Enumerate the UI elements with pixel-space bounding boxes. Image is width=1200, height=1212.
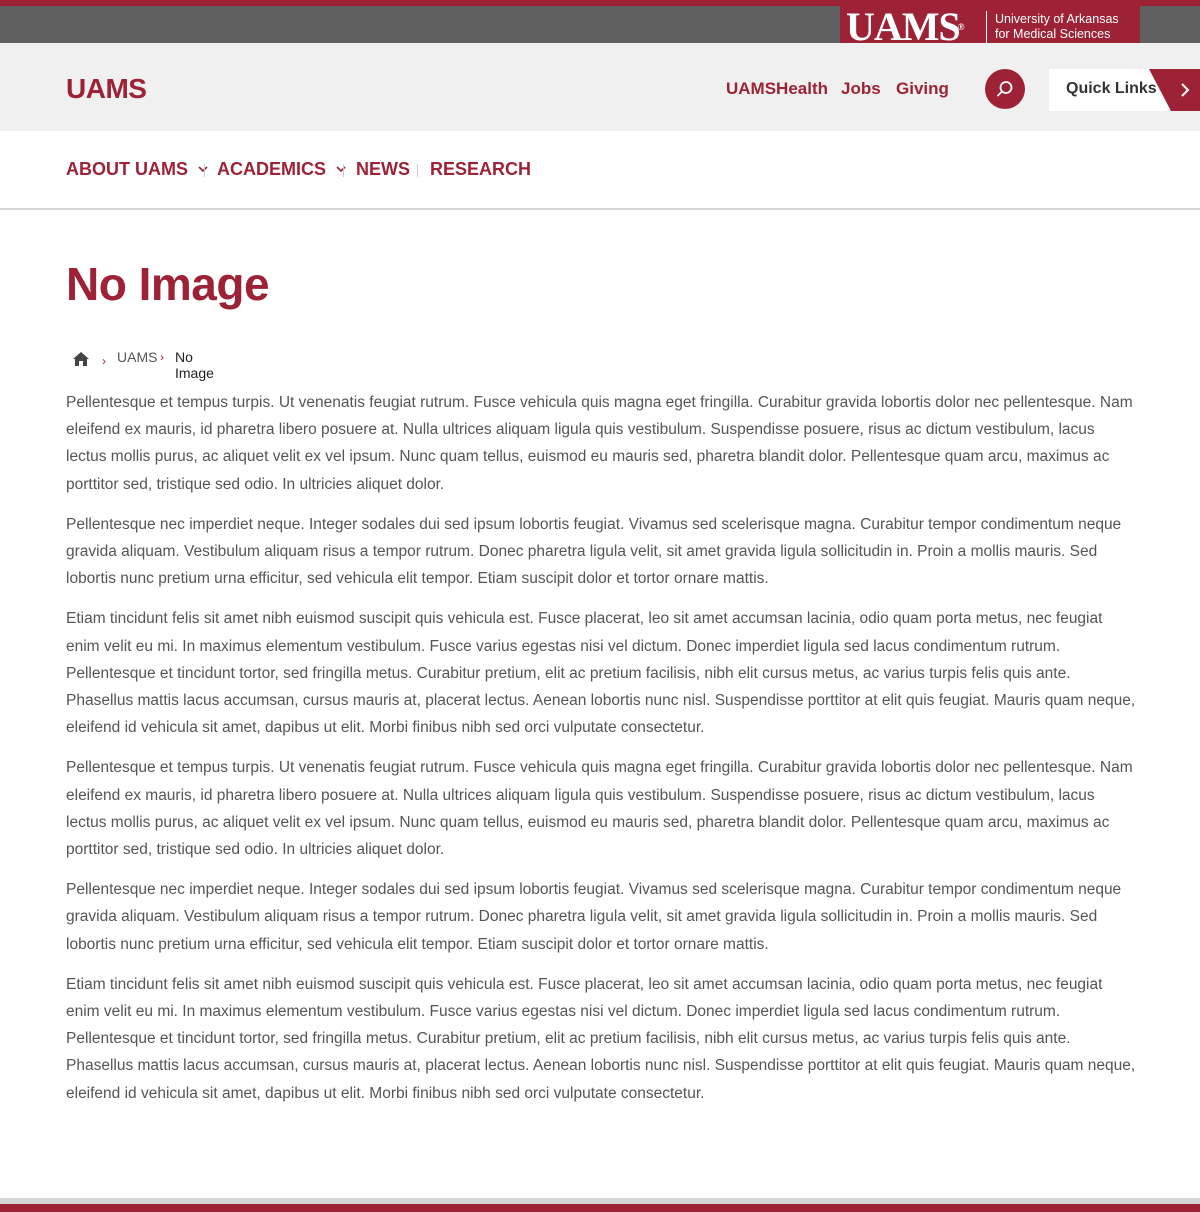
nav-separator <box>417 164 418 177</box>
nav-item-academics[interactable]: ACADEMICS <box>217 159 346 180</box>
page-title: No Image <box>66 258 270 310</box>
breadcrumb-current: No Image <box>175 349 214 381</box>
content-paragraph: Etiam tincidunt felis sit amet nibh euis… <box>66 610 1136 737</box>
brand-full-name: University of Arkansas for Medical Scien… <box>995 12 1119 42</box>
header-link-giving[interactable]: Giving <box>896 79 949 99</box>
site-header: UAMS UAMSHealth Jobs Giving Quick Links <box>0 43 1200 131</box>
header-link-jobs[interactable]: Jobs <box>841 79 881 99</box>
nav-item-label: NEWS <box>356 159 410 179</box>
breadcrumb-separator: › <box>102 354 106 368</box>
content-paragraph: Etiam tincidunt felis sit amet nibh euis… <box>66 975 1136 1102</box>
quick-links-label: Quick Links <box>1066 80 1157 97</box>
uams-brand-logo[interactable]: UAMS® University of Arkansas for Medical… <box>840 6 1140 48</box>
nav-separator <box>343 164 344 177</box>
quick-links-button[interactable]: Quick Links <box>1049 69 1200 111</box>
nav-item-news[interactable]: NEWS <box>356 159 410 180</box>
nav-item-research[interactable]: RESEARCH <box>430 159 531 180</box>
main-navigation: ABOUT UAMS ACADEMICS NEWS RESEARCH <box>0 131 1200 210</box>
search-button[interactable] <box>985 69 1025 109</box>
content-paragraph: Pellentesque et tempus turpis. Ut venena… <box>66 759 1133 859</box>
nav-item-label: ACADEMICS <box>217 159 327 179</box>
main-content: Pellentesque et tempus turpis. Ut venena… <box>66 389 1138 1120</box>
nav-item-about-uams[interactable]: ABOUT UAMS <box>66 159 208 180</box>
search-icon <box>995 79 1015 99</box>
chevron-down-icon[interactable] <box>336 166 346 173</box>
nav-item-label: RESEARCH <box>430 159 532 179</box>
chevron-right-icon <box>1180 83 1190 97</box>
breadcrumb-separator: › <box>160 350 164 364</box>
nav-item-label: ABOUT UAMS <box>66 159 188 179</box>
chevron-down-icon[interactable] <box>198 166 208 173</box>
header-link-uamshealth[interactable]: UAMSHealth <box>726 79 828 99</box>
breadcrumb-home-link[interactable] <box>72 351 90 370</box>
home-icon <box>72 351 90 367</box>
nav-separator <box>204 164 205 177</box>
brand-name-line2: for Medical Sciences <box>995 27 1111 41</box>
brand-wordmark: UAMS® <box>846 4 964 49</box>
content-paragraph: Pellentesque et tempus turpis. Ut venena… <box>66 394 1133 493</box>
site-title[interactable]: UAMS <box>66 73 147 105</box>
content-paragraph: Pellentesque nec imperdiet neque. Intege… <box>66 881 1122 953</box>
brand-name-line1: University of Arkansas <box>995 12 1119 26</box>
brand-divider <box>986 11 987 43</box>
content-paragraph: Pellentesque nec imperdiet neque. Intege… <box>66 515 1122 588</box>
breadcrumb-uams-link[interactable]: UAMS <box>117 349 157 365</box>
footer-top-edge <box>0 1198 1200 1212</box>
